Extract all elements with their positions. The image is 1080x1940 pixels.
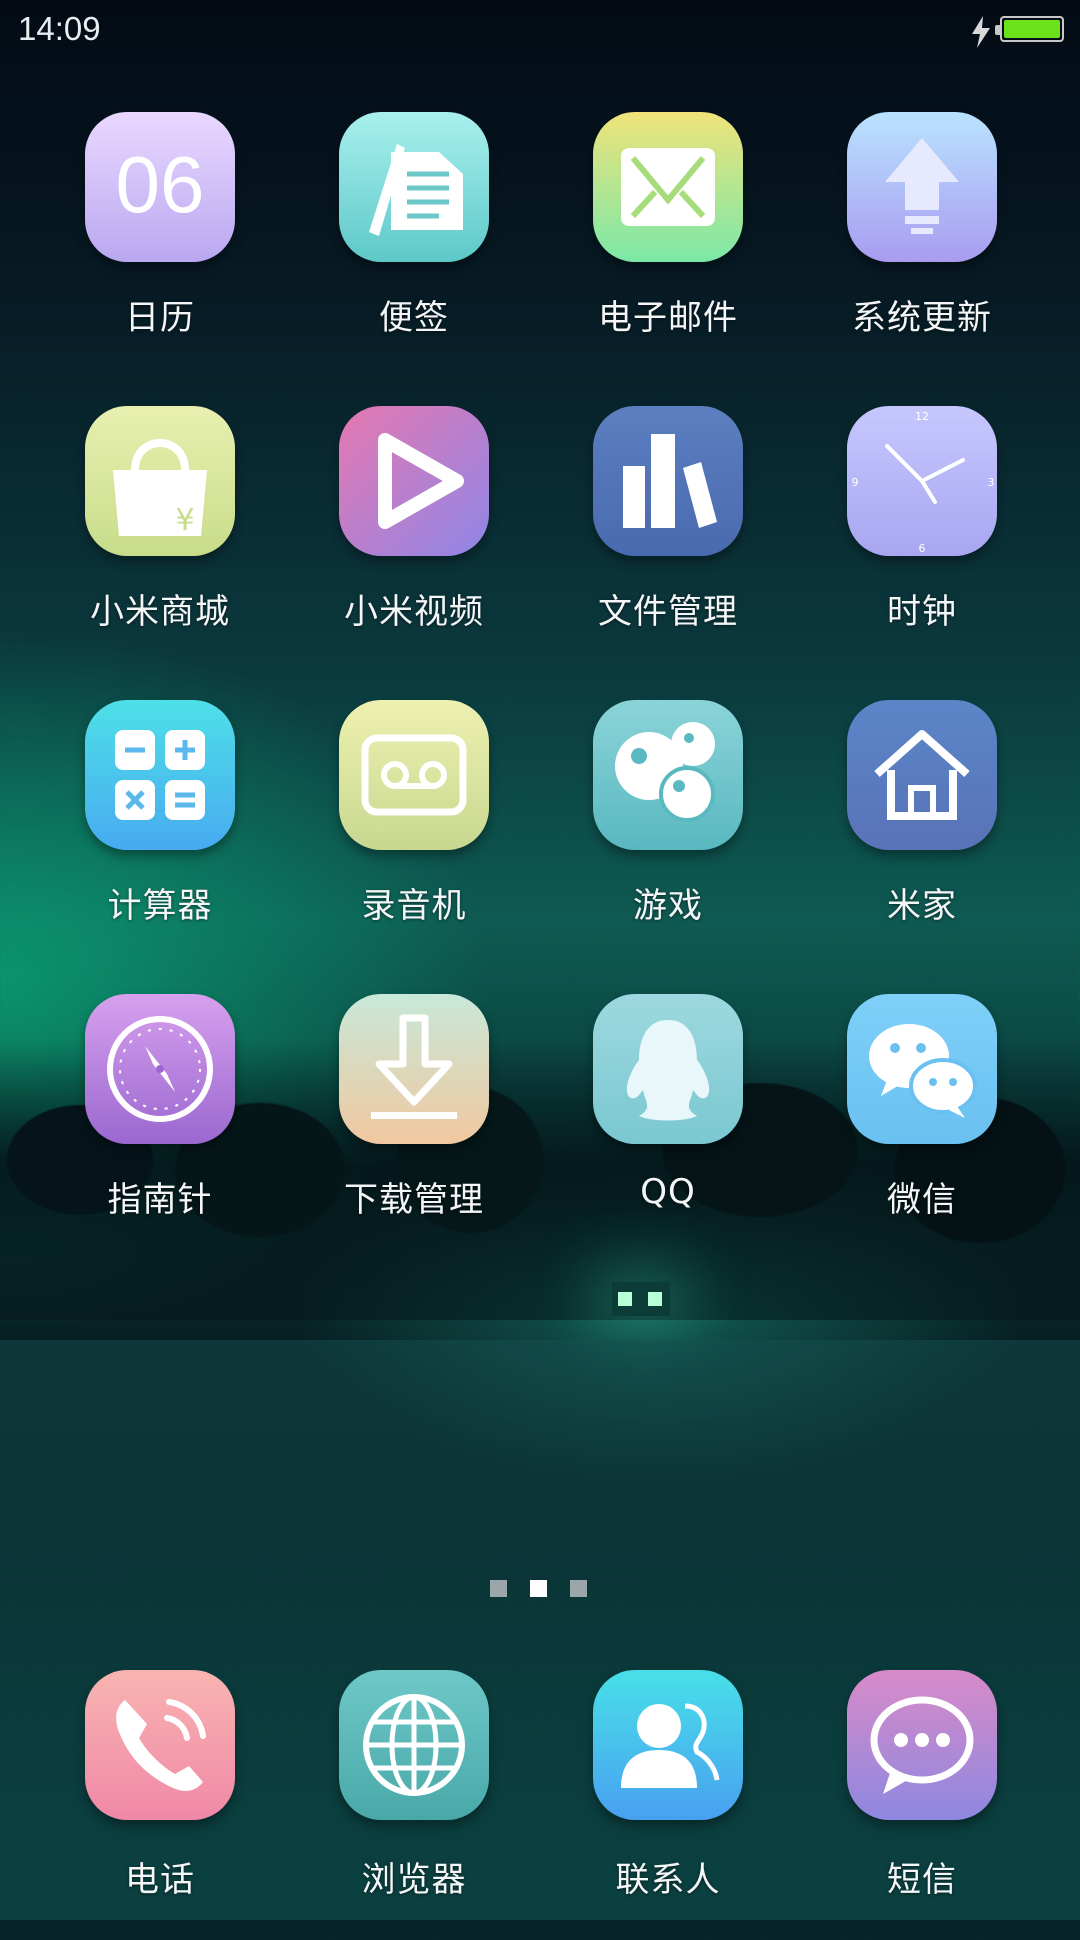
app-label: 便签	[379, 298, 449, 338]
app-label: QQ	[640, 1172, 696, 1212]
app-label: 短信	[887, 1860, 957, 1900]
app-label: 联系人	[615, 1860, 721, 1900]
contacts-icon	[593, 1670, 743, 1820]
app-label: 米家	[887, 886, 957, 926]
app-label: 计算器	[107, 886, 213, 926]
app-label: 系统更新	[852, 298, 992, 338]
wallpaper-mist	[0, 1340, 1080, 1940]
page-dot-2[interactable]	[530, 1580, 547, 1597]
app-label: 文件管理	[598, 592, 738, 632]
download-icon	[339, 994, 489, 1144]
status-time: 14:09	[18, 10, 101, 47]
browser-globe-icon	[339, 1670, 489, 1820]
page-indicator[interactable]	[490, 1580, 590, 1600]
file-manager-icon	[593, 406, 743, 556]
app-label: 游戏	[633, 886, 703, 926]
calendar-date: 06	[116, 140, 205, 229]
app-label: 指南针	[107, 1180, 213, 1220]
page-dot-1[interactable]	[490, 1580, 507, 1597]
status-bar: 14:09	[0, 0, 1080, 62]
charging-icon	[972, 16, 990, 48]
system-update-icon	[847, 112, 997, 262]
app-label: 小米视频	[344, 592, 484, 632]
recorder-icon	[339, 700, 489, 850]
app-label: 浏览器	[361, 1860, 467, 1900]
compass-icon	[85, 994, 235, 1144]
calculator-icon	[85, 700, 235, 850]
home-icon	[847, 700, 997, 850]
app-label: 时钟	[887, 592, 957, 632]
notes-icon	[339, 112, 489, 262]
currency-symbol: ¥	[175, 503, 194, 538]
clock-mark-3: 3	[988, 476, 995, 489]
shopping-bag-icon: ¥	[85, 406, 235, 556]
game-icon	[593, 700, 743, 850]
app-label: 日历	[125, 298, 195, 338]
app-label: 微信	[887, 1180, 957, 1220]
video-play-icon	[339, 406, 489, 556]
clock-mark-6: 6	[919, 542, 926, 555]
clock-mark-9: 9	[852, 476, 859, 489]
clock-icon: 12 3 6 9	[847, 406, 997, 556]
calendar-icon: 06	[85, 112, 235, 262]
phone-icon	[85, 1670, 235, 1820]
app-label: 小米商城	[90, 592, 230, 632]
app-label: 下载管理	[344, 1180, 484, 1220]
battery-icon	[995, 16, 1064, 42]
qq-penguin-icon	[593, 994, 743, 1144]
messages-icon	[847, 1670, 997, 1820]
clock-mark-12: 12	[915, 410, 929, 423]
email-icon	[593, 112, 743, 262]
wechat-icon	[847, 994, 997, 1144]
page-dot-3[interactable]	[570, 1580, 587, 1597]
wallpaper-cabin	[612, 1282, 670, 1316]
app-label: 录音机	[361, 886, 467, 926]
app-label: 电话	[125, 1860, 195, 1900]
app-label: 电子邮件	[598, 298, 738, 338]
